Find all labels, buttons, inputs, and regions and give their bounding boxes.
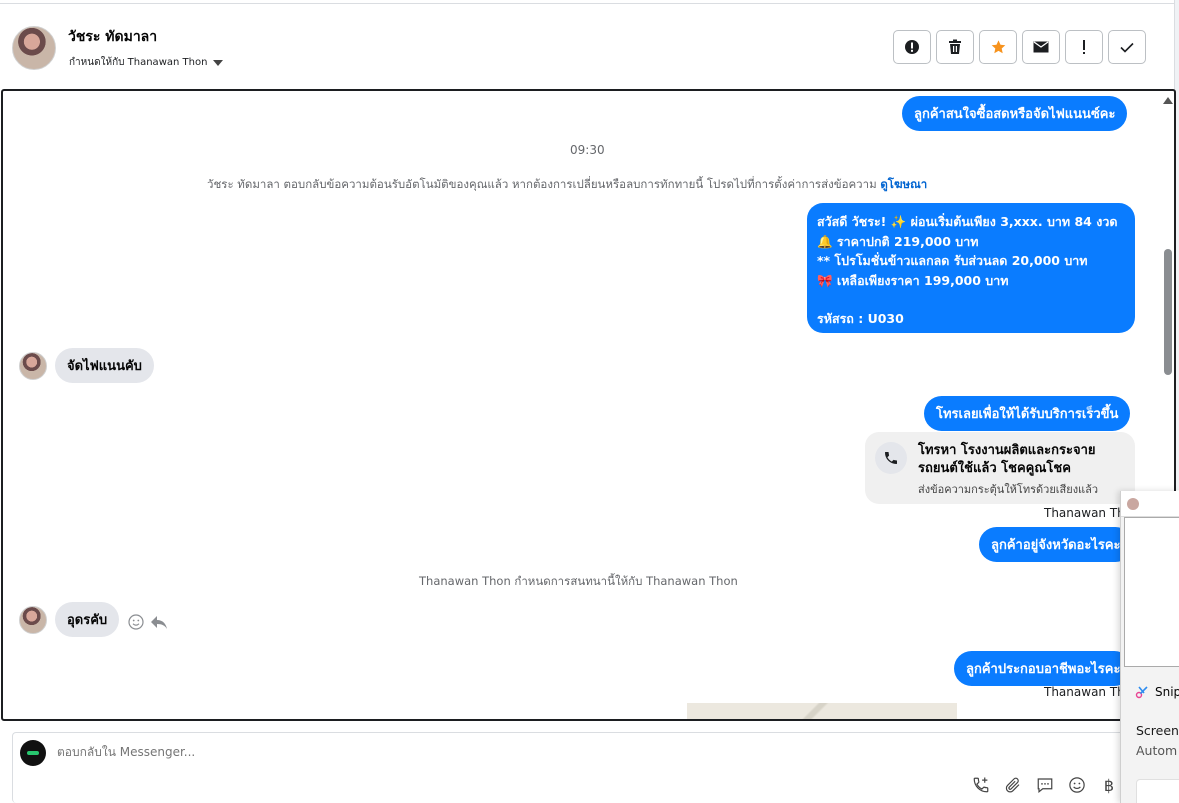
saved-reply-icon[interactable] [1035,775,1055,795]
message-actions [128,614,168,630]
star-icon [991,40,1005,54]
system-notice-auto-reply: วัชระ ทัดมาลา ตอบกลับข้อความต้อนรับอัตโน… [207,176,927,194]
scrollbar-thumb[interactable] [1164,249,1172,375]
promo-line: รหัสรถ : U030 [817,311,904,326]
notification-title: Screens [1136,723,1179,738]
exclamation-icon [1083,40,1085,54]
contact-avatar-small[interactable] [19,352,47,380]
outgoing-message[interactable]: ลูกค้าประกอบอาชีพอะไรคะ [954,651,1133,686]
reply-composer: ฿ [12,732,1132,803]
call-prompt-card[interactable]: โทรหา โรงงานผลิตและกระจายรถยนต์ใช้แล้ว โ… [865,432,1135,504]
promo-message[interactable]: สวัสดี วัชระ! ✨ ผ่อนเริ่มต้นเพียง 3,xxx.… [807,203,1135,333]
emoji-icon[interactable] [1067,775,1087,795]
promo-line [817,290,1125,309]
conversation-header: วัชระ ทัดมาลา กำหนดให้กับ Thanawan Thon [0,4,1174,88]
notification-action-card[interactable] [1136,779,1179,803]
promo-line: 🎀 เหลือเพียงราคา 199,000 บาท [817,272,1009,288]
notification-app-name: Snip [1155,685,1179,699]
promo-line: ** โปรโมชั่นข้าวแลกลด รับส่วนลด 20,000 บ… [817,253,1088,268]
call-add-icon[interactable] [971,775,991,795]
trash-icon [949,39,961,54]
promo-line: สวัสดี วัชระ! ✨ ผ่อนเริ่มต้นเพียง 3,xxx.… [817,214,1118,229]
contact-avatar[interactable] [12,26,56,70]
call-card-title: โทรหา โรงงานผลิตและกระจายรถยนต์ใช้แล้ว โ… [918,443,1096,476]
mark-done-button[interactable] [1108,30,1146,64]
view-ad-link[interactable]: ดูโฆษณา [880,177,927,191]
contact-avatar-small[interactable] [19,606,47,634]
snip-notification[interactable]: Snip Screens Autom [1120,491,1179,803]
reply-input[interactable] [57,745,657,759]
baht-icon[interactable]: ฿ [1099,775,1119,795]
outgoing-message[interactable]: โทรเลยเพื่อให้ได้รับบริการเร็วขึ้น [924,396,1131,431]
notification-thumbnail-header [1121,491,1179,517]
scroll-up-arrow-icon[interactable] [1163,97,1173,104]
screenshot-preview[interactable] [1124,517,1179,667]
messenger-inbox-page: วัชระ ทัดมาลา กำหนดให้กับ Thanawan Thon … [0,0,1179,803]
system-notice-text: วัชระ ทัดมาลา ตอบกลับข้อความต้อนรับอัตโน… [207,177,877,191]
map-attachment-preview[interactable] [687,703,957,719]
star-button[interactable] [979,30,1017,64]
incoming-message[interactable]: จัดไฟแนนคับ [55,348,154,383]
reply-icon[interactable] [150,614,168,630]
mark-unread-button[interactable] [1022,30,1060,64]
outgoing-message[interactable]: ลูกค้าสนใจซื้อสดหรือจัดไฟแนนซ์คะ [902,96,1128,131]
chevron-down-icon [213,59,224,66]
check-icon [1120,42,1134,53]
call-card-subtitle: ส่งข้อความกระตุ้นให้โทรด้วยเสียงแล้ว [918,483,1099,496]
delete-button[interactable] [936,30,974,64]
composer-toolbar: ฿ [971,775,1119,795]
alert-circle-icon [905,40,919,54]
snip-tool-icon [1135,686,1148,699]
attach-icon[interactable] [1003,775,1023,795]
incoming-message[interactable]: อุดรคับ [55,602,120,637]
spam-button[interactable] [893,30,931,64]
envelope-icon [1033,41,1049,53]
message-thread[interactable]: ลูกค้าสนใจซื้อสดหรือจัดไฟแนนซ์คะ 09:30 ว… [1,89,1176,721]
assignee-dropdown[interactable]: กำหนดให้กับ Thanawan Thon [69,55,224,70]
notification-app-row: Snip [1135,685,1179,699]
emoji-react-icon[interactable] [128,614,144,630]
notification-subtitle: Autom [1136,743,1178,758]
thumbnail-avatar [1127,498,1139,510]
system-notice-assign: Thanawan Thon กำหนดการสนทนานี้ให้กับ Tha… [419,574,738,588]
assignee-label: กำหนดให้กับ Thanawan Thon [69,57,208,68]
promo-line: 🔔 ราคาปกติ 219,000 บาท [817,233,979,249]
contact-name[interactable]: วัชระ ทัดมาลา [68,26,157,48]
page-avatar [20,740,46,766]
message-timestamp: 09:30 [570,143,605,157]
outgoing-message[interactable]: ลูกค้าอยู่จังหวัดอะไรคะ [979,527,1133,562]
phone-icon [875,442,907,474]
follow-up-button[interactable] [1065,30,1103,64]
